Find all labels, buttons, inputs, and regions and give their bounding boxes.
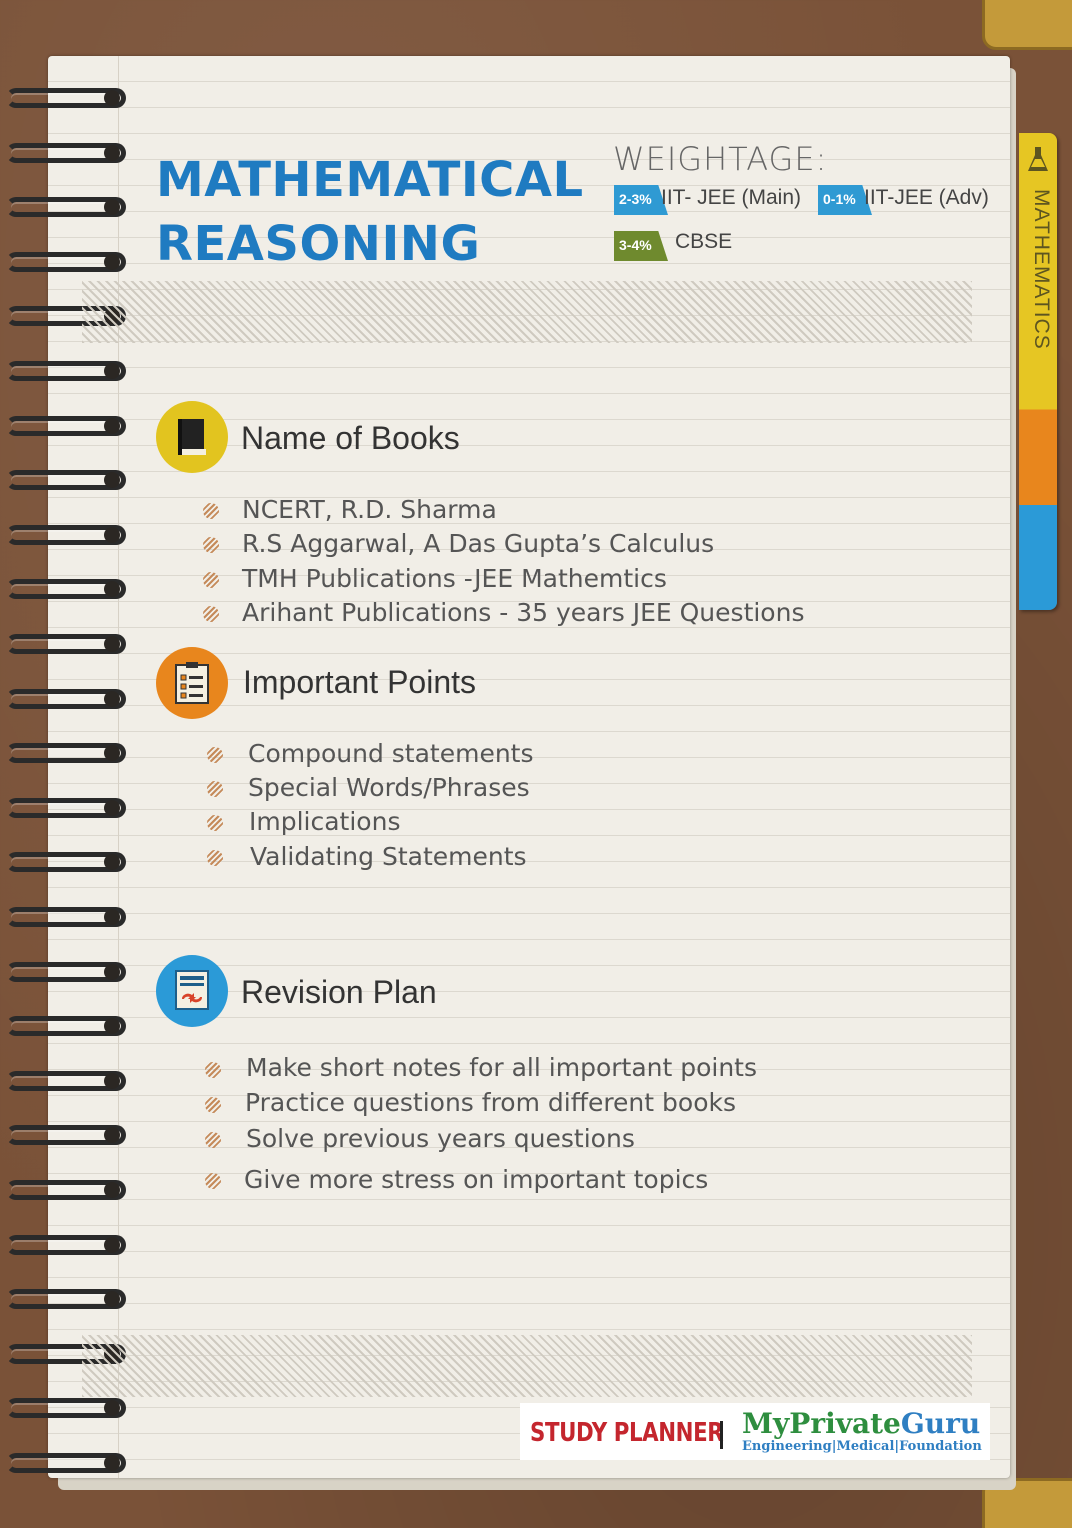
flask-icon <box>1028 147 1048 171</box>
binding-hole <box>104 144 120 161</box>
bullet <box>203 503 219 519</box>
bullet <box>207 850 223 866</box>
binding-hole <box>104 909 120 925</box>
binding-hole <box>104 253 120 270</box>
binding-hole <box>104 363 120 379</box>
list-item: TMH Publications -JEE Mathemtics <box>242 564 667 593</box>
brand-tagline: Engineering|Medical|Foundation <box>742 1439 982 1454</box>
divider-hatch-top <box>82 281 972 343</box>
bullet <box>205 1132 221 1148</box>
binding-hole <box>104 90 120 106</box>
list-item: Give more stress on important topics <box>244 1165 709 1194</box>
section-title-books: Name of Books <box>241 420 460 456</box>
page-title: MATHEMATICAL REASONING <box>156 148 584 276</box>
binding-hole <box>104 690 120 707</box>
study-planner-label: STUDY PLANNER <box>530 1418 724 1448</box>
checklist-icon <box>156 647 228 719</box>
list-item: Arihant Publications - 35 years JEE Ques… <box>242 598 805 627</box>
subject-tab: MATHEMATICS <box>1019 133 1057 610</box>
list-item: Make short notes for all important point… <box>246 1053 758 1082</box>
weightage-label-jee-adv: IIT-JEE (Adv) <box>864 186 989 209</box>
binding-hole <box>104 1072 120 1089</box>
list-item: Implications <box>249 807 401 836</box>
list-item: Solve previous years questions <box>246 1124 635 1153</box>
binding-hole <box>104 799 120 816</box>
footer-logo-box: STUDY PLANNER MyPrivateGuru Engineering|… <box>520 1403 990 1460</box>
weightage-label-jee-main: IIT- JEE (Main) <box>661 186 802 209</box>
title-line-2: REASONING <box>156 216 481 272</box>
list-item: R.S Aggarwal, A Das Gupta’s Calculus <box>242 529 715 558</box>
bullet <box>205 1062 221 1078</box>
bullet <box>203 606 219 622</box>
binding-hole <box>104 417 120 434</box>
binding-hole <box>104 1455 120 1471</box>
divider-hatch-bottom <box>82 1335 972 1397</box>
list-item: NCERT, R.D. Sharma <box>242 495 497 524</box>
binding-hole <box>104 963 120 980</box>
brand-logo-guru: Guru <box>900 1407 981 1440</box>
list-item: Special Words/Phrases <box>248 773 530 802</box>
brand-logo-my: MyPrivate <box>742 1407 901 1440</box>
binding-hole <box>104 1236 120 1253</box>
brand-logo: MyPrivateGuru <box>742 1407 980 1440</box>
bullet <box>207 747 223 763</box>
binding-hole <box>104 526 120 543</box>
spiral-binding <box>0 70 135 1473</box>
weightage-title: WEIGHTAGE: <box>613 140 828 178</box>
list-item: Practice questions from different books <box>245 1088 736 1117</box>
title-line-1: MATHEMATICAL <box>156 152 584 208</box>
bullet <box>207 815 223 831</box>
book-icon <box>156 401 228 473</box>
list-item: Validating Statements <box>250 842 527 871</box>
section-title-important-points: Important Points <box>243 664 476 700</box>
bullet <box>203 572 219 588</box>
corner-protector-top <box>982 0 1072 50</box>
bullet <box>203 537 219 553</box>
footer-separator <box>720 1421 723 1449</box>
bullet <box>205 1097 221 1113</box>
section-title-revision-plan: Revision Plan <box>241 974 437 1010</box>
subject-tab-label: MATHEMATICS <box>1030 189 1053 350</box>
revision-icon <box>156 955 228 1027</box>
bullet <box>207 781 223 797</box>
weightage-label-cbse: CBSE <box>675 230 733 253</box>
bullet <box>205 1173 221 1189</box>
binding-hole <box>104 1182 120 1198</box>
binding-hole <box>104 636 120 652</box>
list-item: Compound statements <box>248 739 534 768</box>
